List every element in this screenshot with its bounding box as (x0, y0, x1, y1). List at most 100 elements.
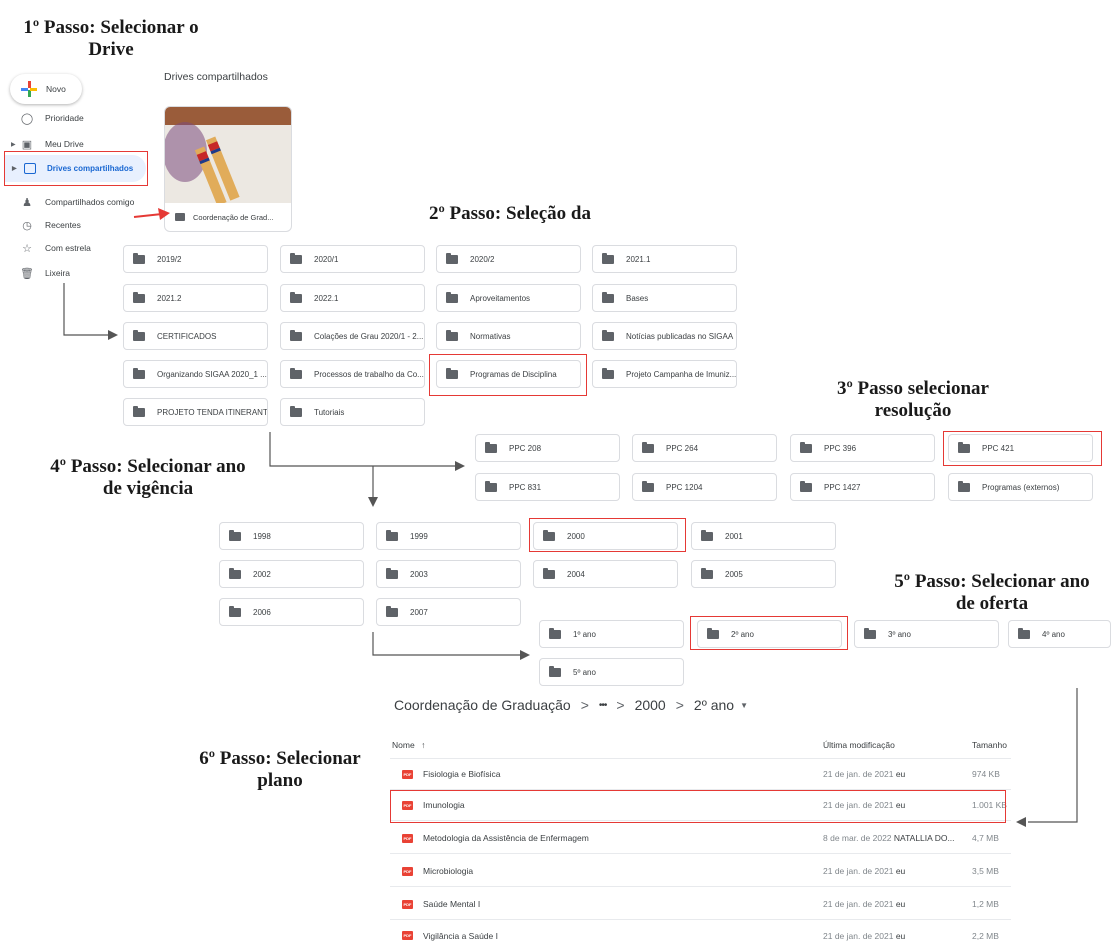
folder-item[interactable]: Bases (592, 284, 737, 312)
file-name: Saúde Mental I (423, 899, 481, 909)
folder-item[interactable]: PPC 396 (790, 434, 935, 462)
folder-item[interactable]: 5º ano (539, 658, 684, 686)
folder-item[interactable]: 2004 (533, 560, 678, 588)
folder-icon (642, 480, 654, 492)
folder-item[interactable]: 2019/2 (123, 245, 268, 273)
folder-icon (701, 567, 713, 579)
table-row[interactable]: PDF Saúde Mental I 21 de jan. de 2021 eu … (390, 889, 1011, 920)
sidebar-item-recentes[interactable]: ◷ Recentes (6, 214, 81, 236)
folder-label: Tutoriais (314, 407, 345, 417)
folder-item[interactable]: Processos de trabalho da Co... (280, 360, 425, 388)
folder-icon (642, 441, 654, 453)
folder-item[interactable]: CERTIFICADOS (123, 322, 268, 350)
folder-label: 2007 (410, 607, 428, 617)
chevron-right-icon: > (675, 697, 684, 713)
file-name: Metodologia da Assistência de Enfermagem (423, 833, 589, 843)
folder-icon (290, 291, 302, 303)
file-size: 974 KB (972, 769, 1000, 779)
sidebar-item-lixeira[interactable]: 🗑 Lixeira (6, 262, 70, 284)
file-modified: 21 de jan. de 2021 eu (823, 769, 906, 779)
table-row[interactable]: PDF Metodologia da Assistência de Enferma… (390, 823, 1011, 854)
folder-icon (602, 291, 614, 303)
folder-item[interactable]: 2006 (219, 598, 364, 626)
folder-item[interactable]: PROJETO TENDA ITINERANTE (123, 398, 268, 426)
highlight-imunologia (390, 790, 1006, 823)
sidebar-item-label: Lixeira (45, 268, 71, 278)
folder-item[interactable]: PPC 831 (475, 473, 620, 501)
folder-item[interactable]: Projeto Campanha de Imuniz... (592, 360, 737, 388)
sidebar-item-prioridade[interactable]: ◯ Prioridade (6, 107, 84, 129)
red-arrow-icon (133, 208, 170, 220)
expand-arrow-icon[interactable]: ▶ (11, 141, 16, 148)
folder-icon (386, 567, 398, 579)
new-button[interactable]: Novo (10, 74, 82, 104)
file-size: 2,2 MB (972, 930, 999, 941)
folder-item[interactable]: 1999 (376, 522, 521, 550)
folder-icon (446, 291, 458, 303)
folder-icon (864, 627, 876, 639)
folder-label: Projeto Campanha de Imuniz... (626, 369, 737, 379)
drive-card[interactable]: Coordenação de Grad... (164, 106, 292, 232)
folder-icon (229, 567, 241, 579)
column-header-modified[interactable]: Última modificação (823, 740, 895, 750)
folder-item[interactable]: 2022.1 (280, 284, 425, 312)
breadcrumb-2000[interactable]: 2000 (635, 697, 666, 713)
folder-icon (485, 441, 497, 453)
file-table-header: Nome ↑ Última modificação Tamanho (390, 732, 1011, 759)
highlight-shared-drives (4, 151, 148, 186)
chevron-right-icon: > (580, 697, 589, 713)
folder-item[interactable]: Notícias publicadas no SIGAA (592, 322, 737, 350)
folder-item[interactable]: Organizando SIGAA 2020_1 ... (123, 360, 268, 388)
folder-item[interactable]: 2020/2 (436, 245, 581, 273)
folder-item[interactable]: 2003 (376, 560, 521, 588)
check-circle-icon: ◯ (20, 112, 34, 125)
folder-item[interactable]: PPC 1204 (632, 473, 777, 501)
folder-item[interactable]: 2020/1 (280, 245, 425, 273)
file-name: Microbiologia (423, 866, 474, 876)
folder-item[interactable]: 2002 (219, 560, 364, 588)
folder-item[interactable]: 1998 (219, 522, 364, 550)
column-header-name[interactable]: Nome ↑ (392, 740, 425, 750)
folder-item[interactable]: Aproveitamentos (436, 284, 581, 312)
folder-item[interactable]: 4º ano (1008, 620, 1111, 648)
column-header-size[interactable]: Tamanho (972, 740, 1007, 750)
sidebar-item-com-estrela[interactable]: ☆ Com estrela (6, 237, 91, 259)
caret-down-icon[interactable]: ▼ (740, 701, 748, 710)
step-1-label: 1º Passo: Selecionar o Drive (23, 17, 199, 60)
folder-label: Notícias publicadas no SIGAA (626, 331, 734, 341)
folder-icon (386, 605, 398, 617)
table-row[interactable]: PDF Microbiologia 21 de jan. de 2021 eu 3… (390, 856, 1011, 887)
folder-item[interactable]: 2021.2 (123, 284, 268, 312)
folder-item[interactable]: PPC 264 (632, 434, 777, 462)
folder-item[interactable]: 3º ano (854, 620, 999, 648)
folder-item[interactable]: PPC 208 (475, 434, 620, 462)
folder-item[interactable]: 2007 (376, 598, 521, 626)
people-icon: ♟ (22, 196, 32, 209)
folder-item[interactable]: 2005 (691, 560, 836, 588)
folder-icon (229, 605, 241, 617)
folder-icon (1018, 627, 1030, 639)
folder-label: CERTIFICADOS (157, 331, 217, 341)
folder-item[interactable]: 1º ano (539, 620, 684, 648)
breadcrumb-ellipsis[interactable]: ••• (599, 700, 607, 711)
folder-icon (446, 252, 458, 264)
pdf-icon: PDF (402, 769, 413, 779)
folder-item[interactable]: Normativas (436, 322, 581, 350)
folder-item[interactable]: PPC 1427 (790, 473, 935, 501)
table-row[interactable]: PDF Vigilância a Saúde I 21 de jan. de 20… (390, 920, 1011, 951)
drive-name: Coordenação de Grad... (193, 212, 274, 222)
folder-item[interactable]: Tutoriais (280, 398, 425, 426)
folder-item[interactable]: 2001 (691, 522, 836, 550)
folder-icon (602, 367, 614, 379)
folder-icon (133, 367, 145, 379)
breadcrumb-root[interactable]: Coordenação de Graduação (394, 697, 571, 713)
folder-item[interactable]: 2021.1 (592, 245, 737, 273)
table-row[interactable]: PDF Fisiologia e Biofísica 21 de jan. de … (390, 759, 1011, 790)
certificate-folder-icon (133, 329, 145, 341)
file-size: 3,5 MB (972, 866, 999, 876)
breadcrumb-current[interactable]: 2º ano (694, 697, 734, 713)
folder-item[interactable]: Colações de Grau 2020/1 - 2... (280, 322, 425, 350)
folder-label: 2001 (725, 531, 743, 541)
folder-item[interactable]: Programas (externos) (948, 473, 1093, 501)
sidebar-item-compartilhados-comigo[interactable]: ♟ Compartilhados comigo (6, 191, 134, 213)
